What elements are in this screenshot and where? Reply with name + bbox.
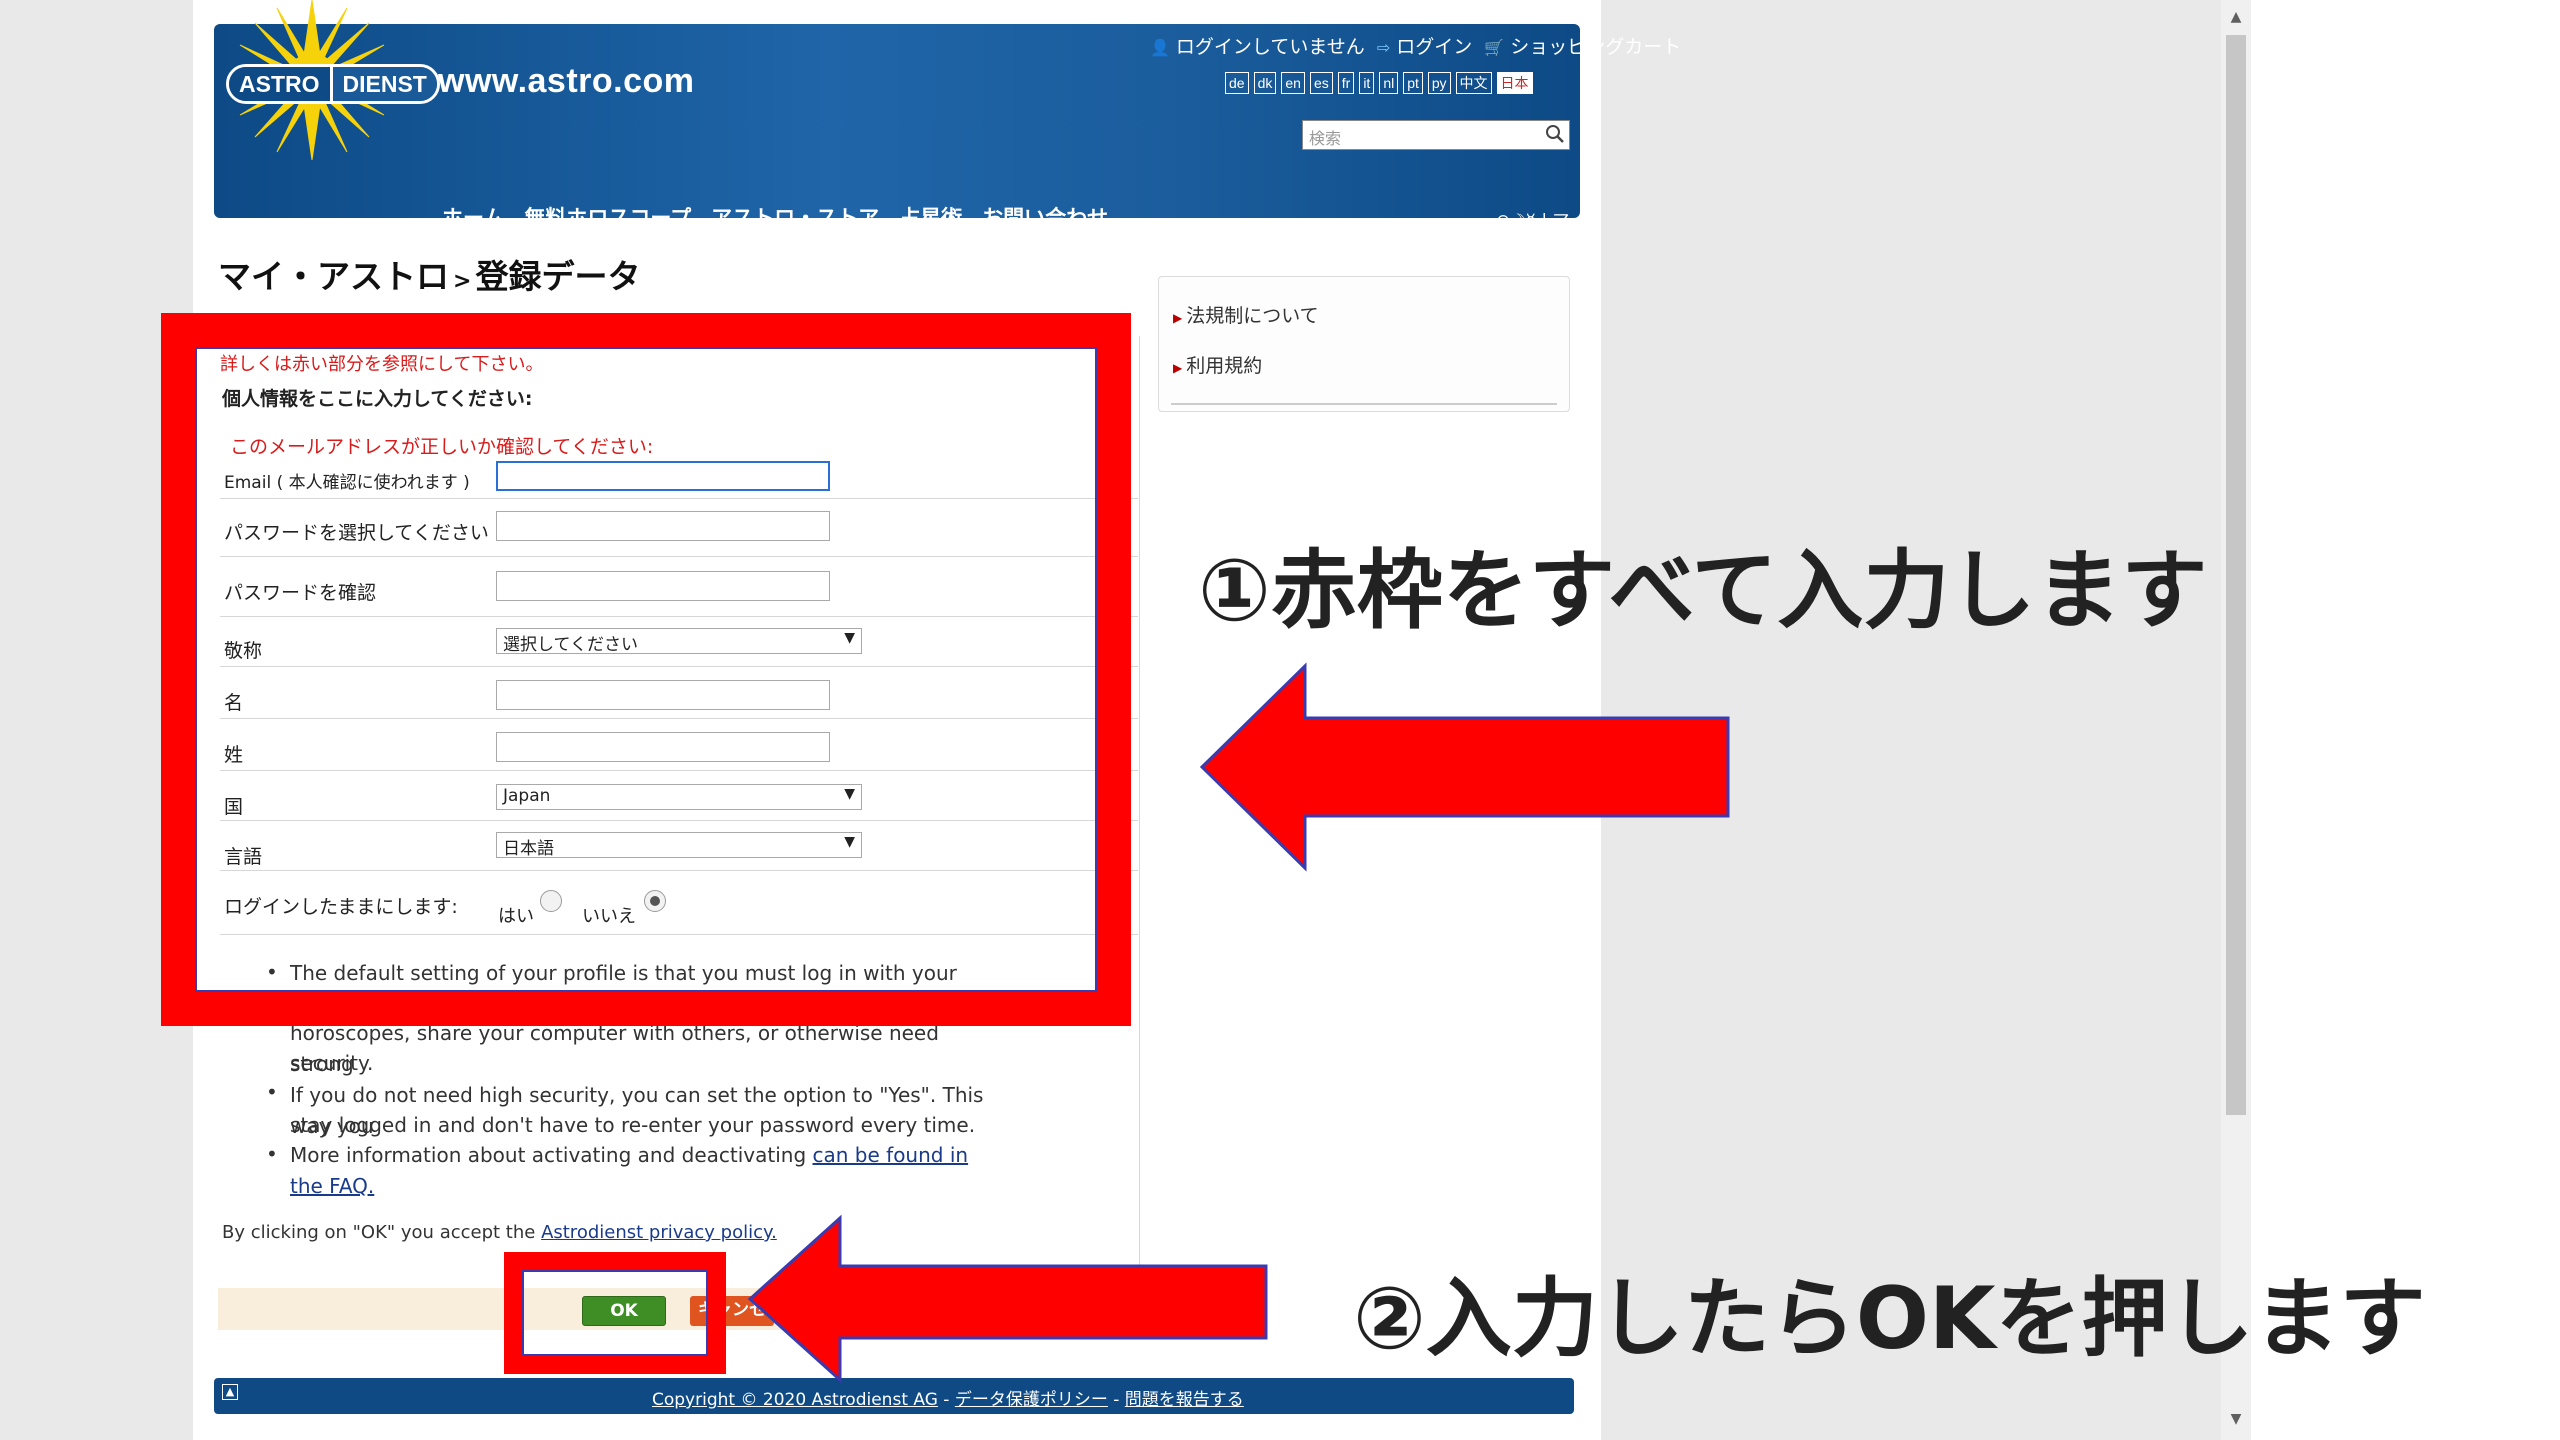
breadcrumb-registration: 登録データ: [475, 257, 641, 296]
language-selector: de dk en es fr it nl pt ру 中文 日本: [1225, 72, 1533, 94]
triangle-right-icon: ▶: [1173, 361, 1183, 375]
nav-home[interactable]: ホーム: [442, 202, 504, 218]
annotation-step-1: ①赤枠をすべて入力します: [1198, 541, 2208, 641]
sub-nav[interactable]: ⊙☽☿ | マイ・アストロ | Forum | FAQ: [1496, 206, 1580, 218]
nav-contact[interactable]: お問い合わせ: [982, 202, 1108, 218]
login-link[interactable]: ログイン: [1396, 36, 1472, 58]
scroll-up-arrow-icon[interactable]: ▲: [2226, 6, 2246, 28]
nav-astro-store[interactable]: アストロ・ストア: [711, 202, 879, 218]
triangle-right-icon: ▶: [1173, 311, 1183, 325]
breadcrumb-my-astro[interactable]: マイ・アストロ: [218, 257, 449, 296]
privacy-policy-link[interactable]: Astrodienst privacy policy.: [541, 1222, 777, 1243]
lang-dk[interactable]: dk: [1253, 72, 1277, 94]
annotation-step-2: ②入力したらOKを押します: [1353, 1269, 2426, 1369]
scroll-down-arrow-icon[interactable]: ▼: [2226, 1408, 2246, 1430]
far-right-background: [2251, 0, 2560, 1440]
info-bullet-1-end: security.: [290, 1051, 374, 1075]
bullet-icon: •: [266, 1142, 278, 1166]
lang-it[interactable]: it: [1359, 72, 1375, 94]
lang-ru[interactable]: ру: [1427, 72, 1451, 94]
login-icon: ⇨: [1376, 38, 1391, 57]
cart-link[interactable]: ショッピングカート: [1510, 36, 1681, 58]
side-divider: [1171, 403, 1557, 405]
nav-free-horoscopes[interactable]: 無料ホロスコープ: [524, 202, 691, 218]
main-nav: ホーム 無料ホロスコープ アストロ・ストア 占星術 お問い合わせ: [442, 202, 1108, 218]
side-link-legal[interactable]: ▶ 法規制について: [1173, 301, 1319, 328]
annotation-frame-border: [522, 1270, 708, 1356]
lang-de[interactable]: de: [1225, 72, 1249, 94]
lang-pt[interactable]: pt: [1403, 72, 1423, 94]
report-problem-link[interactable]: 問題を報告する: [1125, 1390, 1244, 1410]
scrollbar-thumb[interactable]: [2226, 35, 2246, 1115]
lang-nl[interactable]: nl: [1379, 72, 1399, 94]
astrodienst-logo[interactable]: ASTRO DIENST: [226, 64, 440, 104]
logo-astro-text: ASTRO: [229, 67, 333, 101]
top-links: 👤 ログインしていません ⇨ ログイン 🛒 ショッピングカート: [1150, 32, 1687, 59]
page-title: マイ・アストロ > 登録データ: [218, 250, 640, 298]
privacy-notice: By clicking on "OK" you accept the Astro…: [222, 1222, 777, 1243]
back-to-top-icon[interactable]: ▲: [222, 1384, 238, 1400]
lang-es[interactable]: es: [1309, 72, 1333, 94]
logo-dienst-text: DIENST: [332, 67, 437, 101]
bullet-icon: •: [266, 1080, 278, 1104]
footer-links: Copyright © 2020 Astrodienst AG - データ保護ポ…: [652, 1390, 1244, 1410]
site-url[interactable]: www.astro.com: [438, 62, 695, 101]
breadcrumb-separator: >: [453, 269, 472, 294]
lang-fr[interactable]: fr: [1337, 72, 1355, 94]
annotation-frame-border: [195, 347, 1097, 992]
copyright-link[interactable]: Copyright © 2020 Astrodienst AG: [652, 1390, 938, 1410]
side-links-box: ▶ 法規制について ▶ 利用規約: [1158, 276, 1570, 412]
lang-en[interactable]: en: [1281, 72, 1305, 94]
annotation-arrow-left-icon: [748, 1214, 1268, 1384]
search-input[interactable]: 検索: [1302, 120, 1570, 150]
annotation-arrow-left-icon: [1200, 662, 1730, 872]
side-link-terms[interactable]: ▶ 利用規約: [1173, 351, 1262, 378]
privacy-footer-link[interactable]: データ保護ポリシー: [955, 1390, 1108, 1410]
cart-icon: 🛒: [1484, 38, 1505, 57]
search-placeholder: 検索: [1309, 129, 1342, 148]
nav-astrology[interactable]: 占星術: [899, 202, 962, 218]
info-bullet-2b: stay logged in and don't have to re-ente…: [290, 1113, 976, 1137]
lang-zh[interactable]: 中文: [1455, 72, 1492, 94]
lang-ja[interactable]: 日本: [1496, 72, 1533, 94]
search-icon[interactable]: [1545, 124, 1565, 144]
login-status: ログインしていません: [1175, 36, 1365, 58]
info-bullet-3: More information about activating and de…: [290, 1143, 969, 1198]
user-icon: 👤: [1150, 38, 1170, 57]
